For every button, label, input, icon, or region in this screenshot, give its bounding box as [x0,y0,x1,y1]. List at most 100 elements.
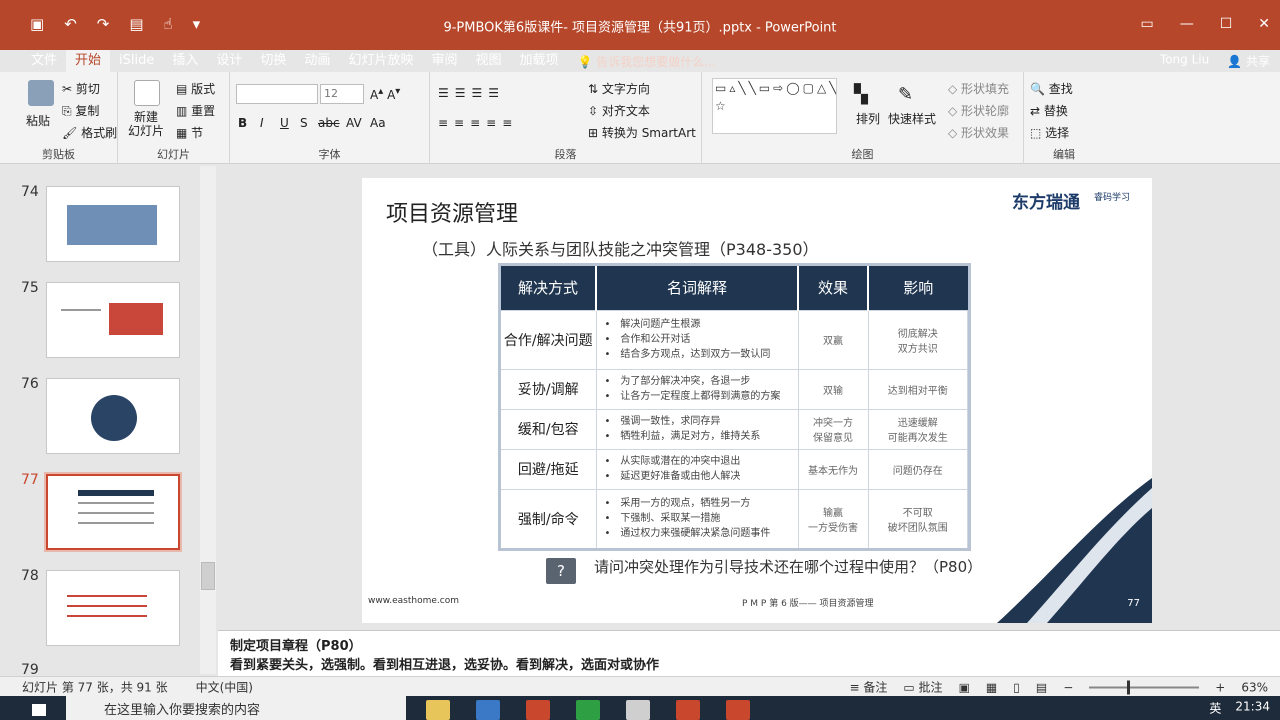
quick-styles-button[interactable]: 快速样式 [888,110,936,127]
method-cell: 回避/拖延 [501,448,597,490]
shape-fill-button[interactable]: ◇ 形状填充 [948,80,1009,97]
tab-transitions[interactable]: 切换 [251,50,295,72]
comments-toggle[interactable]: ▭ 批注 [903,679,942,696]
text-direction-button[interactable]: ⇅ 文字方向 [588,80,650,97]
slide-title: 项目资源管理 [386,202,519,227]
tab-view[interactable]: 视图 [466,50,510,72]
normal-view-icon[interactable]: ▣ [959,680,970,694]
slide-thumbnail-74[interactable] [46,186,180,262]
ribbon-display-icon[interactable]: ▭ [1140,16,1153,32]
tell-me-search[interactable]: 💡 告诉我您想要做什么... [578,53,716,70]
convert-smartart-button[interactable]: ⊞ 转换为 SmartArt [588,124,696,141]
zoom-level[interactable]: 63% [1241,680,1268,694]
thumbnail-scroll-thumb[interactable] [201,562,215,590]
notes-toggle-label: 备注 [863,680,888,695]
minimize-icon[interactable]: — [1180,16,1194,32]
company-logo-sub: 睿码学习 [1093,193,1130,203]
align-buttons[interactable]: ≡≡≡≡≡ [438,116,518,130]
notes-pane[interactable]: 制定项目章程（P80） 看到紧要关头，选强制。看到相互进退，选妥协。看到解决，选… [218,630,1280,676]
align-text-button[interactable]: ⇳ 对齐文本 [588,102,650,119]
tab-animations[interactable]: 动画 [295,50,339,72]
notes-line-1: 制定项目章程（P80） [230,639,362,654]
zoom-out-icon[interactable]: − [1063,680,1073,694]
list-buttons[interactable]: ☰☰☰☰ [438,86,505,100]
wechat-icon[interactable] [576,700,600,720]
change-case-button[interactable]: Aa [370,116,386,130]
notes-toggle[interactable]: ≡ 备注 [850,679,888,696]
thumb-number: 75 [21,280,39,296]
comments-toggle-label: 批注 [918,680,943,695]
copy-button[interactable]: ⎘ 复制 [62,102,99,119]
thumbnail-scrollbar[interactable] [200,166,216,674]
effect-cell: 双赢 [798,309,869,370]
tab-slideshow[interactable]: 幻灯片放映 [339,50,422,72]
cut-button[interactable]: ✂ 剪切 [62,80,100,97]
layout-label: 版式 [191,82,216,96]
app-icon[interactable] [726,700,750,720]
conflict-table[interactable]: 解决方式 名词解释 效果 影响 合作/解决问题 解决问题产生根源 合作和公开对话… [498,263,971,551]
clock-app-icon[interactable] [626,700,650,720]
char-spacing-button[interactable]: AV [346,116,362,130]
tab-islide[interactable]: iSlide [110,50,163,72]
new-slide-button[interactable]: 新建 幻灯片 [128,110,164,138]
zoom-slider-thumb[interactable] [1127,680,1131,694]
share-button[interactable]: 👤 共享 [1227,53,1270,70]
maximize-icon[interactable]: ☐ [1220,16,1233,32]
shapes-gallery[interactable]: ▭▵╲╲▭⇨◯▢△╲⇆⇧⌂⇘⌒⌒╲{}☆ [712,78,837,134]
format-painter-button[interactable]: 🖌 格式刷 [62,124,117,141]
shadow-button[interactable]: S [300,116,308,130]
thumb-line [61,309,101,311]
reading-view-icon[interactable]: ▯ [1013,680,1020,694]
slide-thumbnail-76[interactable] [46,378,180,454]
italic-button[interactable]: I [260,116,264,130]
tab-home[interactable]: 开始 [66,50,111,72]
zoom-slider[interactable] [1089,680,1200,694]
section-button[interactable]: ▦ 节 [176,124,203,141]
replace-button[interactable]: ⇄ 替换 [1030,102,1068,119]
paste-button[interactable]: 粘贴 [26,112,50,129]
taskbar-search[interactable]: 在这里输入你要搜索的内容 [66,696,406,720]
table-row: 缓和/包容 强调一致性，求同存异 牺牲利益，满足对方，维持关系 冲突一方 保留意… [501,408,968,450]
user-name[interactable]: Tong Liu [1160,53,1209,70]
ime-indicator[interactable]: 英 [1209,700,1221,717]
slide-thumbnail-75[interactable] [46,282,180,358]
slide-thumbnail-77[interactable] [44,472,182,552]
close-icon[interactable]: ✕ [1258,16,1270,32]
reset-button[interactable]: ▥ 重置 [176,102,215,119]
layout-button[interactable]: ▤ 版式 [176,80,215,97]
tab-review[interactable]: 审阅 [422,50,466,72]
sorter-view-icon[interactable]: ▦ [986,680,997,694]
language-indicator[interactable]: 中文(中国) [196,679,253,696]
tab-insert[interactable]: 插入 [163,50,207,72]
bold-button[interactable]: B [238,116,247,130]
windows-start-icon[interactable] [32,704,46,716]
app-icon[interactable] [526,700,550,720]
strikethrough-button[interactable]: abc [318,116,340,130]
shape-outline-button[interactable]: ◇ 形状轮廓 [948,102,1009,119]
point: 下强制、采取某一措施 [605,511,798,526]
tab-file[interactable]: 文件 [22,50,66,72]
file-explorer-icon[interactable] [426,700,450,720]
powerpoint-icon[interactable] [676,700,700,720]
font-grow-icon[interactable]: A▴ A▾ [370,86,400,102]
tab-design[interactable]: 设计 [207,50,251,72]
find-button[interactable]: 🔍 查找 [1030,80,1073,97]
arrange-button[interactable]: 排列 [856,110,880,127]
drawing-group-label: 绘图 [851,148,874,161]
slides-group: 新建 幻灯片 ▤ 版式 ▥ 重置 ▦ 节 幻灯片 [118,72,230,164]
current-slide[interactable]: 项目资源管理 东方瑞通 睿码学习 （工具）人际关系与团队技能之冲突管理（P348… [362,178,1152,623]
zoom-in-icon[interactable]: + [1215,680,1225,694]
tab-addins[interactable]: 加载项 [510,50,567,72]
edge-icon[interactable] [476,700,500,720]
clipboard-group-label: 剪贴板 [42,148,75,161]
font-size-select[interactable]: 12 [320,84,364,104]
font-name-select[interactable] [236,84,318,104]
select-button[interactable]: ⬚ 选择 [1030,124,1069,141]
slide-thumbnail-78[interactable] [46,570,180,646]
replace-label: 替换 [1043,104,1068,118]
slideshow-view-icon[interactable]: ▤ [1036,680,1047,694]
table-row: 合作/解决问题 解决问题产生根源 合作和公开对话 结合多方观点，达到双方一致认同… [501,309,968,370]
clock[interactable]: 21:34 [1235,700,1270,717]
underline-button[interactable]: U [280,116,289,130]
shape-effects-button[interactable]: ◇ 形状效果 [948,124,1009,141]
